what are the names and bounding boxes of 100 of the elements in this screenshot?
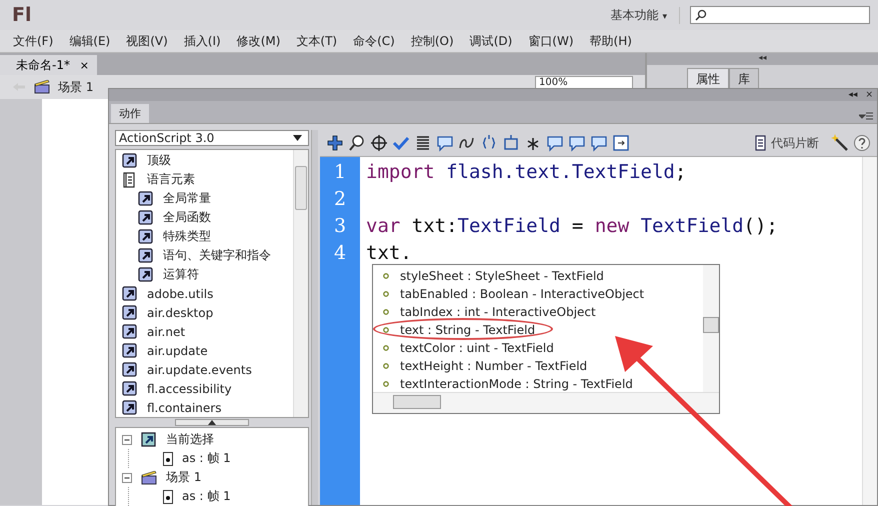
language-dropdown[interactable]: ActionScript 3.0	[115, 130, 309, 146]
bracket-icon[interactable]	[502, 134, 520, 152]
menu-item[interactable]: 文件(F)	[13, 32, 54, 50]
bullet-icon	[383, 327, 389, 333]
menu-item[interactable]: 文本(T)	[296, 32, 338, 50]
menu-item[interactable]: 编辑(E)	[69, 32, 110, 50]
panel-tab[interactable]: 动作	[111, 104, 149, 123]
tree-item[interactable]: fl.accessibility	[116, 379, 293, 398]
search-icon	[695, 9, 707, 21]
workspace-dropdown[interactable]: 基本功能 ▾	[602, 6, 680, 24]
arrow-square-icon	[122, 362, 138, 378]
bubble-icon[interactable]	[546, 134, 564, 152]
tree-item[interactable]: 当前选择	[116, 430, 308, 449]
line-number: 2	[334, 187, 346, 212]
code-hint-item[interactable]: textColor : uint - TextField	[373, 339, 703, 357]
tree-item[interactable]: 顶级	[116, 151, 293, 170]
code-snippets-button[interactable]: 代码片断	[753, 134, 819, 152]
collapse-button[interactable]: ◂◂	[758, 53, 767, 65]
tree-item[interactable]: 全局常量	[116, 189, 293, 208]
tree-item[interactable]: air.desktop	[116, 303, 293, 322]
expand-toggle-icon[interactable]	[122, 434, 132, 444]
clapperboard-icon	[141, 470, 157, 484]
frame-icon	[163, 452, 173, 466]
menu-item[interactable]: 视图(V)	[126, 32, 168, 50]
document-icon	[753, 135, 767, 151]
arrow-square-icon	[138, 210, 154, 226]
arrow-square-icon	[122, 342, 138, 358]
menu-item[interactable]: 窗口(W)	[528, 32, 574, 50]
arrow-square-icon	[122, 286, 138, 302]
code-line: txt.	[366, 242, 412, 264]
line-number: 4	[334, 241, 346, 266]
bullet-icon	[383, 363, 389, 369]
tree-item[interactable]: 运算符	[116, 265, 293, 284]
plus-icon[interactable]	[326, 134, 344, 152]
bullet-icon	[383, 273, 389, 279]
arrow-square-icon	[122, 324, 138, 340]
scene-label[interactable]: 场景 1	[58, 78, 94, 96]
tree-item[interactable]: as : 帧 1	[128, 487, 308, 506]
arrow-square-icon	[141, 432, 157, 448]
scrollbar[interactable]	[862, 157, 877, 505]
tree-item[interactable]: 全局函数	[116, 208, 293, 227]
magic-wand-icon[interactable]	[831, 134, 849, 152]
lines-icon[interactable]	[414, 134, 432, 152]
checkmark-icon[interactable]	[392, 134, 410, 152]
bullet-icon	[383, 345, 389, 351]
collapse-button[interactable]: ◂◂	[848, 89, 858, 101]
tree-item[interactable]: air.update.events	[116, 360, 293, 379]
tree-item[interactable]: adobe.utils	[116, 284, 293, 303]
tree-item[interactable]: air.net	[116, 322, 293, 341]
menu-item[interactable]: 控制(O)	[410, 32, 454, 50]
splitter-handle[interactable]	[175, 419, 249, 426]
code-line: var txt:TextField = new TextField();	[366, 215, 778, 237]
menu-item[interactable]: 插入(I)	[184, 32, 221, 50]
search-field[interactable]	[690, 6, 870, 24]
scrollbar[interactable]	[293, 150, 308, 417]
frame-icon	[163, 490, 173, 504]
document-tab[interactable]: 未命名-1* ×	[0, 55, 97, 75]
app-logo: Fl	[12, 4, 32, 26]
code-editor[interactable]	[320, 156, 877, 505]
expand-toggle-icon[interactable]	[122, 472, 132, 482]
tree-item[interactable]: 特殊类型	[116, 227, 293, 246]
code-hint-item[interactable]: tabEnabled : Boolean - InteractiveObject	[373, 285, 703, 303]
tree-item[interactable]: 场景 1	[116, 468, 308, 487]
code-hint-item[interactable]: textHeight : Number - TextField	[373, 357, 703, 375]
tree-item[interactable]: as : 帧 1	[128, 449, 308, 468]
scrollbar[interactable]	[703, 265, 719, 392]
tree-item[interactable]: 语句、关键字和指令	[116, 246, 293, 265]
code-hint-item[interactable]: styleSheet : StyleSheet - TextField	[373, 267, 703, 285]
horizontal-scrollbar[interactable]	[373, 392, 719, 413]
line-number: 1	[334, 160, 346, 185]
arrow-square-icon	[138, 228, 154, 244]
bullet-icon	[383, 291, 389, 297]
arrow-square-icon	[122, 304, 138, 320]
crosshair-icon[interactable]	[370, 134, 388, 152]
zoom-field[interactable]: 100%	[535, 76, 633, 89]
menu-item[interactable]: 命令(C)	[353, 32, 395, 50]
close-button[interactable]: ×	[865, 89, 873, 101]
code-hint-item[interactable]: tabIndex : int - InteractiveObject	[373, 303, 703, 321]
arrow-square-icon	[122, 152, 138, 168]
up-caret-icon	[208, 420, 216, 425]
menu-item[interactable]: 修改(M)	[236, 32, 280, 50]
bubble-icon[interactable]	[436, 134, 454, 152]
tree-item[interactable]: air.update	[116, 341, 293, 360]
help-icon[interactable]	[853, 134, 871, 152]
clapperboard-icon	[34, 80, 50, 94]
code-hint-item[interactable]: textInteractionMode : String - TextField	[373, 375, 703, 393]
arrow-square-icon	[122, 400, 138, 416]
tree-item[interactable]: fl.containers	[116, 398, 293, 417]
splitter-handle[interactable]	[311, 130, 318, 505]
menu-item[interactable]: 调试(D)	[470, 32, 512, 50]
line-number: 3	[334, 214, 346, 239]
code-hint-item[interactable]: text : String - TextField	[373, 321, 703, 339]
bubble-icon[interactable]	[590, 134, 608, 152]
panel-menu-icon[interactable]	[859, 111, 873, 121]
magnifier-icon[interactable]	[348, 134, 366, 152]
panel-icon[interactable]	[612, 134, 630, 152]
tree-item[interactable]: 语言元素	[116, 170, 293, 189]
arrow-square-icon	[122, 380, 138, 396]
bubble-icon[interactable]	[568, 134, 586, 152]
menu-item[interactable]: 帮助(H)	[590, 32, 632, 50]
